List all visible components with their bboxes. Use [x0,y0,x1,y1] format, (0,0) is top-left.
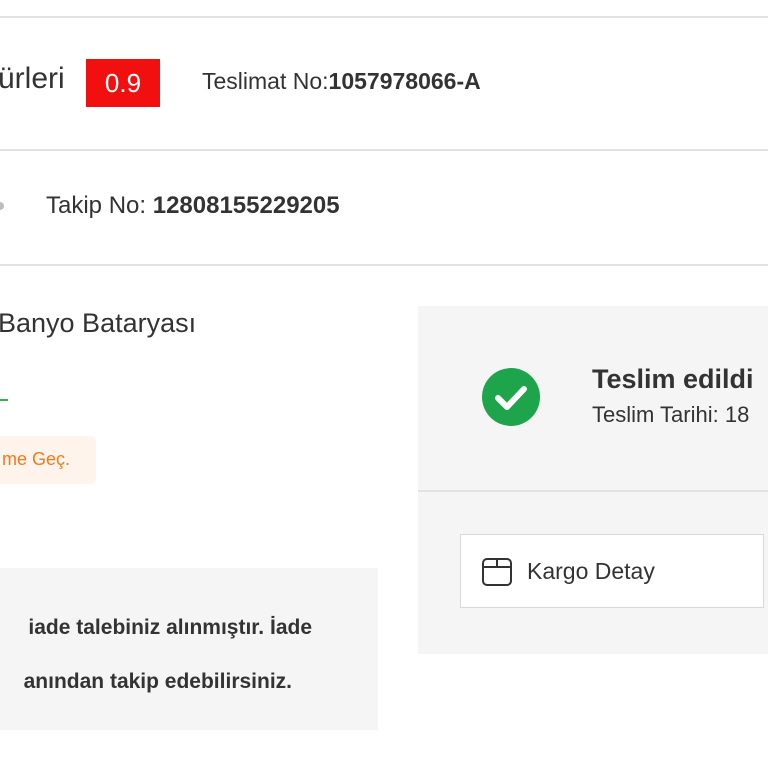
tracking-value: 12808155229205 [152,192,340,219]
status-title: Teslim edildi [592,364,754,394]
check-circle-icon [482,368,540,426]
delivery-date: Teslim Tarihi: 18 [592,402,750,427]
tracking-label: Takip No: [46,192,147,219]
delivery-number-value: 1057978066-A [328,68,481,94]
return-info-line-2: anından takip edebilirsiniz. [23,670,292,693]
green-accent-line [0,399,8,401]
cargo-detail-button[interactable]: Kargo Detay [460,534,764,608]
delivery-number-label: Teslimat No: [202,68,329,94]
delivery-number: Teslimat No:1057978066-A [202,68,481,95]
bullet-dot [0,202,4,210]
tracking-divider [0,264,768,266]
promo-text: me Geç. [1,449,70,469]
cargo-detail-label: Kargo Detay [527,558,655,584]
seller-name[interactable]: ürleri [0,62,65,96]
delivery-status-card: Teslim edildi Teslim Tarihi: 18 Kargo De… [418,306,768,654]
header-divider [0,149,768,151]
seller-rating-badge: 0.9 [86,59,160,107]
status-card-divider [418,490,768,492]
return-info-box: iade talebiniz alınmıştır. İade anından … [0,568,378,730]
top-divider [0,16,768,18]
package-box-icon [482,558,512,586]
product-title[interactable]: Banyo Bataryası [0,308,196,339]
promo-badge: me Geç. [0,436,96,484]
return-info-line-1: iade talebiniz alınmıştır. İade [28,616,312,639]
tracking-number: Takip No: 12808155229205 [46,192,340,220]
